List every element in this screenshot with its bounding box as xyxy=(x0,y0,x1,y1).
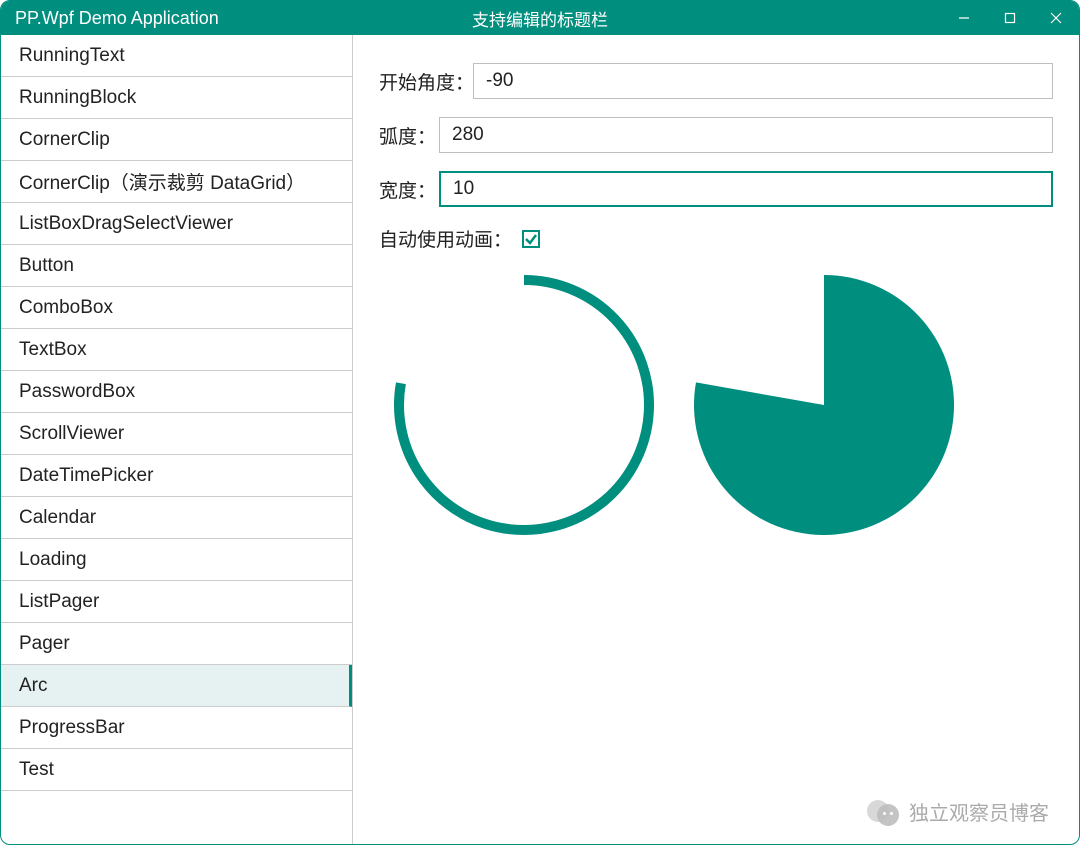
window-controls xyxy=(941,1,1079,35)
sidebar-item[interactable]: ComboBox xyxy=(1,287,352,329)
sidebar-item[interactable]: Loading xyxy=(1,539,352,581)
sidebar-item[interactable]: TextBox xyxy=(1,329,352,371)
minimize-button[interactable] xyxy=(941,1,987,35)
app-window: PP.Wpf Demo Application 支持编辑的标题栏 Running… xyxy=(0,0,1080,845)
checkbox-animate[interactable] xyxy=(522,230,540,248)
row-animate: 自动使用动画： xyxy=(379,225,1053,252)
check-icon xyxy=(524,232,538,246)
sidebar-item[interactable]: Calendar xyxy=(1,497,352,539)
label-arc: 弧度： xyxy=(379,122,439,149)
sidebar-item[interactable]: CornerClip（演示裁剪 DataGrid） xyxy=(1,161,352,203)
sidebar-item[interactable]: CornerClip xyxy=(1,119,352,161)
titlebar[interactable]: PP.Wpf Demo Application 支持编辑的标题栏 xyxy=(1,1,1079,35)
sidebar-item[interactable]: RunningText xyxy=(1,35,352,77)
row-width: 宽度： xyxy=(379,171,1053,207)
sidebar-item[interactable]: Button xyxy=(1,245,352,287)
sidebar-item[interactable]: DateTimePicker xyxy=(1,455,352,497)
input-arc[interactable] xyxy=(439,117,1053,153)
sidebar-item[interactable]: ProgressBar xyxy=(1,707,352,749)
arc-preview-row xyxy=(379,270,1053,540)
titlebar-center-text[interactable]: 支持编辑的标题栏 xyxy=(472,6,608,31)
label-width: 宽度： xyxy=(379,176,439,203)
sidebar[interactable]: RunningTextRunningBlockCornerClipCornerC… xyxy=(1,35,353,844)
input-width[interactable] xyxy=(439,171,1053,207)
sidebar-item[interactable]: ListPager xyxy=(1,581,352,623)
sidebar-item[interactable]: Arc xyxy=(1,665,352,707)
arc-ring xyxy=(389,270,659,540)
wechat-icon xyxy=(867,798,901,826)
sidebar-item[interactable]: PasswordBox xyxy=(1,371,352,413)
watermark-text: 独立观察员博客 xyxy=(909,797,1049,826)
sidebar-item[interactable]: ListBoxDragSelectViewer xyxy=(1,203,352,245)
watermark: 独立观察员博客 xyxy=(867,797,1049,826)
maximize-button[interactable] xyxy=(987,1,1033,35)
app-title: PP.Wpf Demo Application xyxy=(1,8,219,29)
maximize-icon xyxy=(1004,12,1016,24)
sidebar-item[interactable]: Pager xyxy=(1,623,352,665)
sidebar-item[interactable]: Test xyxy=(1,749,352,791)
row-start-angle: 开始角度： xyxy=(379,63,1053,99)
label-animate: 自动使用动画： xyxy=(379,225,512,252)
close-icon xyxy=(1050,12,1062,24)
arc-pie xyxy=(689,270,959,540)
input-start-angle[interactable] xyxy=(473,63,1053,99)
close-button[interactable] xyxy=(1033,1,1079,35)
row-arc: 弧度： xyxy=(379,117,1053,153)
minimize-icon xyxy=(958,12,970,24)
label-start-angle: 开始角度： xyxy=(379,68,473,95)
window-body: RunningTextRunningBlockCornerClipCornerC… xyxy=(1,35,1079,844)
content-panel: 开始角度： 弧度： 宽度： 自动使用动画： xyxy=(353,35,1079,844)
sidebar-item[interactable]: RunningBlock xyxy=(1,77,352,119)
sidebar-item[interactable]: ScrollViewer xyxy=(1,413,352,455)
